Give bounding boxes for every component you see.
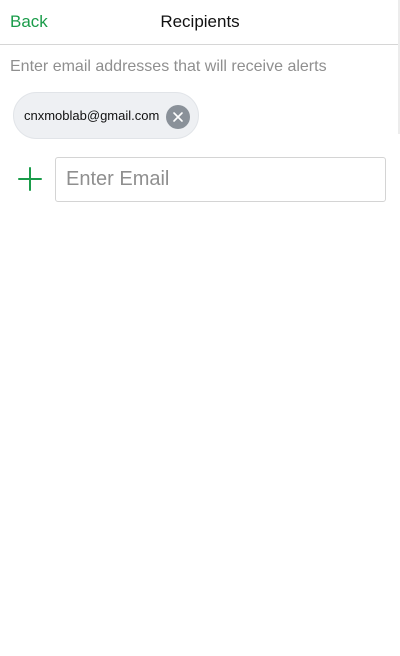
instructions-text: Enter email addresses that will receive …	[10, 58, 327, 75]
remove-recipient-button[interactable]	[166, 105, 190, 129]
page-title: Recipients	[160, 12, 240, 31]
navigation-bar: Back Recipients	[0, 0, 400, 45]
close-icon	[173, 112, 183, 122]
plus-icon[interactable]	[18, 167, 42, 191]
recipient-email: cnxmoblab@gmail.com	[24, 108, 160, 123]
email-input[interactable]	[55, 157, 386, 202]
recipient-chip: cnxmoblab@gmail.com	[13, 92, 199, 139]
